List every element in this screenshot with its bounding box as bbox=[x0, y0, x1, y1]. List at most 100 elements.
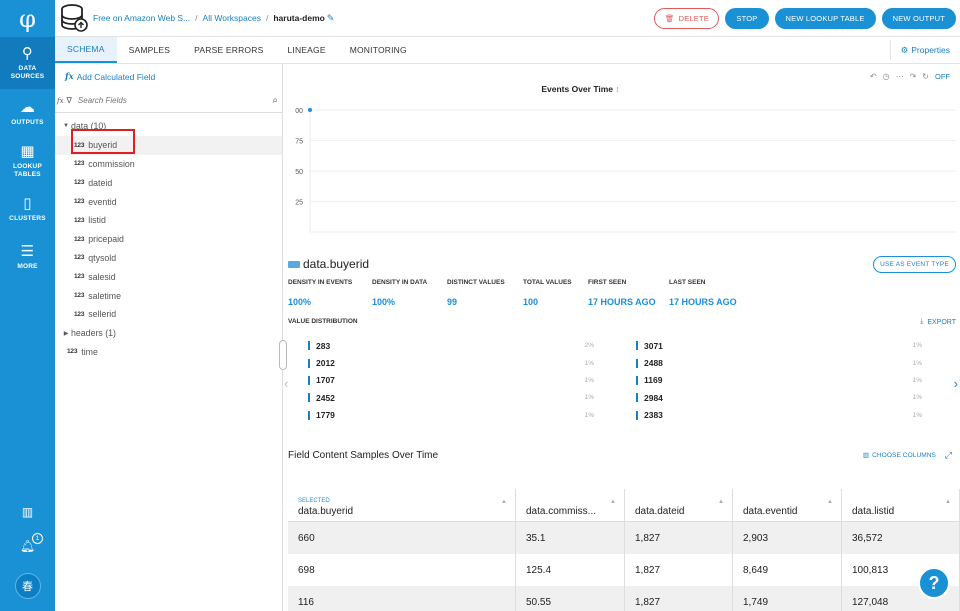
distribution-row[interactable]: 2984 1% bbox=[636, 389, 922, 406]
field-label: sellerid bbox=[88, 309, 117, 320]
table-cell: 698 bbox=[288, 554, 516, 586]
field-item-sellerid[interactable]: 123 sellerid bbox=[55, 305, 282, 324]
column-header[interactable]: SELECTED data.buyerid ▲ bbox=[288, 489, 516, 521]
choose-columns-label: CHOOSE COLUMNS bbox=[872, 451, 936, 459]
export-label: EXPORT bbox=[927, 318, 956, 326]
column-header[interactable]: data.listid ▲ bbox=[842, 489, 960, 521]
tab-lineage[interactable]: LINEAGE bbox=[275, 37, 337, 63]
distribution-value: 2984 bbox=[644, 392, 663, 403]
stop-button[interactable]: STOP bbox=[725, 7, 769, 29]
field-item-pricepaid[interactable]: 123 pricepaid bbox=[55, 230, 282, 249]
trash-icon: 🗑︎ bbox=[664, 13, 675, 23]
chevron-left-icon[interactable]: ‹ bbox=[284, 376, 288, 391]
use-as-event-type-button[interactable]: USE AS EVENT TYPE bbox=[873, 256, 956, 273]
distribution-row[interactable]: 2383 1% bbox=[636, 407, 922, 424]
table-row[interactable]: 116 50.55 1,827 1,749 127,048 bbox=[288, 586, 960, 611]
tab-schema[interactable]: SCHEMA bbox=[55, 37, 117, 63]
redo-icon[interactable]: ↷ bbox=[910, 72, 917, 81]
samples-title: Field Content Samples Over Time bbox=[288, 450, 439, 461]
field-item-listid[interactable]: 123 listid bbox=[55, 211, 282, 230]
nav-bottom: ▥ 🔔︎ 1 春 bbox=[0, 505, 55, 599]
distribution-row[interactable]: 1169 1% bbox=[636, 372, 922, 389]
sort-icon[interactable]: ▲ bbox=[501, 499, 507, 505]
distribution-row[interactable]: 283 2% bbox=[308, 337, 594, 354]
nav-lookup-tables[interactable]: ▦ LOOKUP TABLES bbox=[0, 137, 55, 185]
clock-icon[interactable]: ◷ bbox=[883, 72, 890, 81]
bell-icon[interactable]: 🔔︎ 1 bbox=[20, 533, 44, 553]
nav-more[interactable]: ☰ MORE bbox=[0, 233, 55, 281]
distribution-bar bbox=[308, 375, 310, 385]
nav-data-sources[interactable]: ⚲ DATA SOURCES bbox=[0, 37, 55, 89]
tab-monitoring[interactable]: MONITORING bbox=[338, 37, 419, 63]
caret-right-icon: ▶ bbox=[63, 330, 69, 337]
column-header[interactable]: data.commiss... ▲ bbox=[516, 489, 625, 521]
expand-icon[interactable]: ⤢ bbox=[945, 450, 952, 461]
sort-icon[interactable]: ▲ bbox=[718, 499, 724, 505]
field-item-time[interactable]: 123 time bbox=[55, 343, 282, 362]
refresh-icon[interactable]: ↻ bbox=[922, 72, 929, 81]
breadcrumb-account[interactable]: Free on Amazon Web S... bbox=[93, 13, 190, 23]
refresh-off-toggle[interactable]: OFF bbox=[935, 72, 950, 81]
filter-icon[interactable]: ∇ bbox=[67, 96, 72, 105]
tab-samples[interactable]: SAMPLES bbox=[117, 37, 183, 63]
nav-clusters[interactable]: ▯ CLUSTERS bbox=[0, 185, 55, 233]
sort-icon[interactable]: ▲ bbox=[610, 499, 616, 505]
column-header[interactable]: data.dateid ▲ bbox=[625, 489, 733, 521]
column-title: data.eventid bbox=[743, 506, 798, 517]
column-header[interactable]: data.eventid ▲ bbox=[733, 489, 842, 521]
distribution-row[interactable]: 2488 1% bbox=[636, 354, 922, 371]
distribution-row[interactable]: 2012 1% bbox=[308, 354, 594, 371]
help-button[interactable]: ? bbox=[918, 567, 950, 599]
avatar[interactable]: 春 bbox=[14, 573, 41, 599]
stat-total-values: TOTAL VALUES 100 bbox=[523, 279, 572, 307]
left-nav: φ ⚲ DATA SOURCES ☁ OUTPUTS ▦ LOOKUP TABLES… bbox=[0, 0, 55, 611]
table-cell: 1,749 bbox=[733, 586, 842, 611]
distribution-row[interactable]: 2452 1% bbox=[308, 389, 594, 406]
distribution-row[interactable]: 3071 1% bbox=[636, 337, 922, 354]
sort-icon[interactable]: ▲ bbox=[827, 499, 833, 505]
delete-button[interactable]: 🗑︎ DELETE bbox=[654, 7, 720, 29]
column-title: data.buyerid bbox=[298, 506, 354, 517]
book-icon[interactable]: ▥ bbox=[22, 505, 33, 519]
distribution-row[interactable]: 1779 1% bbox=[308, 407, 594, 424]
ellipsis-icon[interactable]: ⋯ bbox=[896, 72, 904, 81]
new-lookup-table-button[interactable]: NEW LOOKUP TABLE bbox=[774, 7, 876, 29]
number-type-icon: 123 bbox=[74, 235, 85, 243]
properties-button[interactable]: ⚙ Properties bbox=[889, 40, 960, 60]
sort-icon[interactable]: ▲ bbox=[945, 499, 951, 505]
group-headers[interactable]: ▶ headers (1) bbox=[55, 324, 282, 343]
field-item-commission[interactable]: 123 commission bbox=[55, 155, 282, 174]
chevron-right-icon[interactable]: › bbox=[954, 376, 958, 391]
tab-parse-errors[interactable]: PARSE ERRORS bbox=[182, 37, 275, 63]
add-calculated-field-button[interactable]: fx Add Calculated Field bbox=[55, 64, 282, 89]
new-output-button[interactable]: NEW OUTPUT bbox=[881, 7, 956, 29]
choose-columns-button[interactable]: ▥ CHOOSE COLUMNS bbox=[863, 451, 936, 460]
field-item-salesid[interactable]: 123 salesid bbox=[55, 267, 282, 286]
field-label: pricepaid bbox=[88, 234, 124, 245]
selected-label: SELECTED bbox=[298, 498, 330, 504]
search-icon[interactable]: ⌕ bbox=[272, 95, 278, 106]
field-item-eventid[interactable]: 123 eventid bbox=[55, 192, 282, 211]
number-type-icon: 123 bbox=[74, 254, 85, 262]
pencil-icon[interactable]: ✎ bbox=[327, 13, 335, 24]
fx-icon[interactable]: fx bbox=[57, 97, 64, 105]
field-detail-title: data.buyerid bbox=[288, 257, 369, 271]
undo-icon[interactable]: ↶ bbox=[870, 72, 877, 81]
data-point[interactable] bbox=[308, 108, 312, 112]
number-type-icon: 123 bbox=[67, 348, 78, 356]
export-button[interactable]: ⤓ EXPORT bbox=[920, 318, 956, 326]
search-input[interactable] bbox=[77, 96, 273, 105]
table-row[interactable]: 660 35.1 1,827 2,903 36,572 bbox=[288, 522, 960, 554]
field-item-qtysold[interactable]: 123 qtysold bbox=[55, 249, 282, 268]
distribution-bar bbox=[308, 393, 310, 403]
distribution-value: 2012 bbox=[316, 358, 335, 369]
field-item-saletime[interactable]: 123 saletime bbox=[55, 286, 282, 305]
chart-title[interactable]: Events Over Time ↕ bbox=[283, 84, 878, 94]
app-logo[interactable]: φ bbox=[0, 0, 55, 37]
distribution-row[interactable]: 1707 1% bbox=[308, 372, 594, 389]
field-item-dateid[interactable]: 123 dateid bbox=[55, 173, 282, 192]
table-row[interactable]: 698 125.4 1,827 8,649 100,813 bbox=[288, 554, 960, 586]
nav-outputs[interactable]: ☁ OUTPUTS bbox=[0, 89, 55, 137]
breadcrumb-workspaces[interactable]: All Workspaces bbox=[203, 13, 261, 23]
distribution-value: 2383 bbox=[644, 410, 663, 421]
